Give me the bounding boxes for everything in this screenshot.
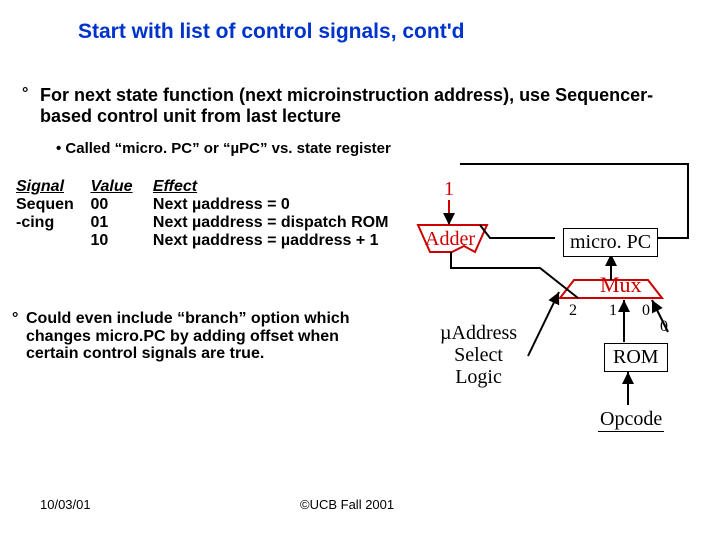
cell: 10 — [90, 232, 148, 250]
mux-label: Mux — [600, 272, 642, 298]
slide-title: Start with list of control signals, cont… — [78, 20, 465, 44]
th-value: Value — [90, 178, 148, 196]
table-row: 10 Next µaddress = µaddress + 1 — [16, 232, 388, 250]
cell: Next µaddress = dispatch ROM — [153, 214, 389, 232]
uaddress-select-logic: µAddress Select Logic — [440, 322, 517, 388]
th-signal: Signal — [16, 178, 86, 196]
table-row: -cing 01 Next µaddress = dispatch ROM — [16, 214, 388, 232]
main-bullet-text: For next state function (next microinstr… — [40, 85, 653, 126]
main-bullet: ° For next state function (next microins… — [40, 85, 680, 126]
cell: Sequen — [16, 196, 86, 214]
cell: Next µaddress = 0 — [153, 196, 290, 214]
branch-bullet-text: Could even include “branch” option which… — [26, 310, 350, 362]
signal-table: Signal Value Effect Sequen 00 Next µaddr… — [16, 178, 388, 250]
adder-label: Adder — [425, 228, 475, 251]
sub-bullet-text: Called “micro. PC” or “µPC” vs. state re… — [65, 140, 390, 157]
footer-copyright: ©UCB Fall 2001 — [300, 497, 394, 512]
branch-bullet: ° Could even include “branch” option whi… — [26, 310, 386, 363]
footer-date: 10/03/01 — [40, 497, 91, 512]
opcode-label: Opcode — [598, 408, 664, 432]
cell: 00 — [90, 196, 148, 214]
table-row: Sequen 00 Next µaddress = 0 — [16, 196, 388, 214]
th-effect: Effect — [153, 178, 197, 196]
mux-input-1: 1 — [609, 302, 617, 320]
sub-bullet: • Called “micro. PC” or “µPC” vs. state … — [56, 140, 391, 157]
sequencer-diagram — [0, 0, 720, 540]
adder-one-input: 1 — [444, 178, 454, 201]
cell: 01 — [90, 214, 148, 232]
cell: Next µaddress = µaddress + 1 — [153, 232, 379, 250]
mux-input-2: 2 — [569, 302, 577, 320]
rom-box: ROM — [604, 343, 668, 372]
mux-input-0: 0 — [642, 302, 650, 320]
mux-const-0: 0 — [660, 318, 668, 336]
cell: -cing — [16, 214, 86, 232]
micropc-box: micro. PC — [563, 228, 658, 257]
